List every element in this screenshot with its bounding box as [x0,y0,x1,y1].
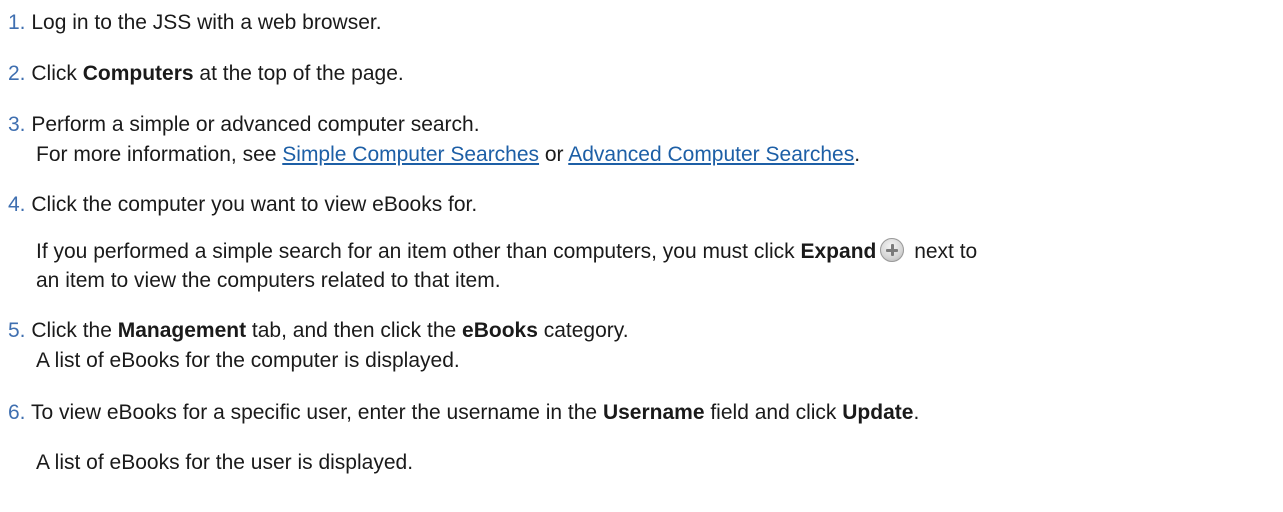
simple-computer-searches-link[interactable]: Simple Computer Searches [282,143,539,166]
step-3-more-info: For more information, see Simple Compute… [36,142,860,168]
step-4-note-continued: an item to view the computers related to… [36,268,501,294]
expand-plus-icon [880,238,905,262]
step-text: Click the computer you want to view eBoo… [31,193,478,216]
step-text: . [913,401,920,424]
ui-term-computers: Computers [82,62,194,85]
result-text: A list of eBooks for the computer is dis… [36,349,460,372]
step-text: Click the [31,319,118,342]
step-2-line: 2. Click Computers at the top of the pag… [8,61,404,87]
step-number: 2. [8,62,26,85]
ui-term-ebooks: eBooks [462,319,538,342]
step-text: Perform a simple or advanced computer se… [31,113,480,136]
step-text: at the top of the page. [193,62,404,85]
advanced-computer-searches-link[interactable]: Advanced Computer Searches [568,143,854,166]
step-number: 1. [8,11,26,34]
note-text: an item to view the computers related to… [36,269,501,292]
more-info-text: For more information, see [36,143,283,166]
step-number: 3. [8,113,26,136]
step-4-note: If you performed a simple search for an … [36,238,977,265]
more-info-text: or [539,143,569,166]
step-5-line: 5. Click the Management tab, and then cl… [8,318,629,344]
step-text: Log in to the JSS with a web browser. [31,11,382,34]
step-text: field and click [704,401,843,424]
step-5-result: A list of eBooks for the computer is dis… [36,348,460,374]
step-4-line: 4. Click the computer you want to view e… [8,192,477,218]
ui-term-expand: Expand [800,240,877,263]
step-number: 4. [8,193,26,216]
note-text: next to [908,240,978,263]
step-6-line: 6. To view eBooks for a specific user, e… [8,400,919,426]
step-6-result: A list of eBooks for the user is display… [36,450,413,476]
step-1-line: 1. Log in to the JSS with a web browser. [8,10,382,36]
result-text: A list of eBooks for the user is display… [36,451,414,474]
step-number: 5. [8,319,26,342]
step-number: 6. [8,401,26,424]
step-text: Click [31,62,83,85]
note-text: If you performed a simple search for an … [36,240,801,263]
ui-term-management: Management [117,319,247,342]
step-text: tab, and then click the [246,319,463,342]
step-3-line: 3. Perform a simple or advanced computer… [8,112,480,138]
step-text: To view eBooks for a specific user, ente… [30,401,603,424]
more-info-text: . [854,143,861,166]
ui-term-username: Username [602,401,705,424]
ui-term-update: Update [842,401,914,424]
step-text: category. [537,319,629,342]
